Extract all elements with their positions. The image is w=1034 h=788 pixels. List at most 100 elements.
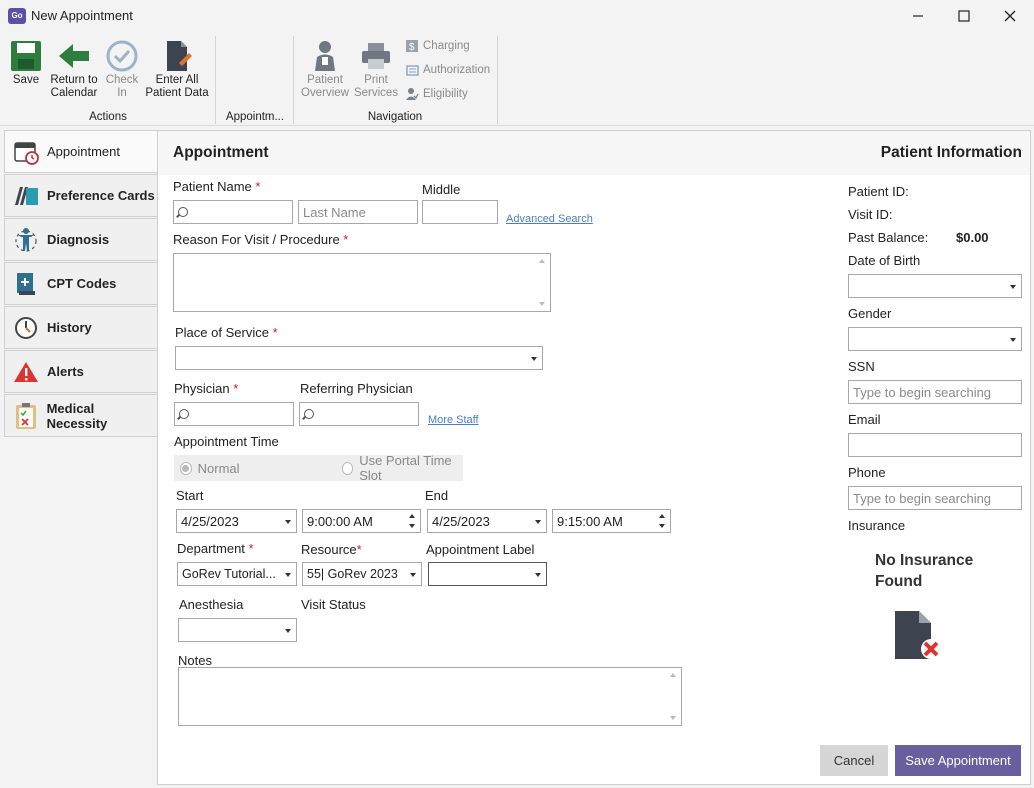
visit-id-label: Visit ID:	[848, 207, 893, 222]
start-date-picker[interactable]: 4/25/2023	[176, 509, 297, 533]
no-insurance-message: No Insurance Found	[875, 550, 973, 592]
app-logo-icon: Go	[8, 8, 26, 24]
department-select[interactable]: GoRev Tutorial...	[177, 562, 297, 586]
cards-icon	[11, 181, 41, 211]
required-mark: *	[255, 179, 261, 194]
nav-item-appointment[interactable]: Appointment	[4, 130, 157, 173]
nav-label: Alerts	[47, 364, 84, 379]
nav-item-preference-cards[interactable]: Preference Cards	[4, 174, 157, 217]
phone-search-input[interactable]: Type to begin searching	[848, 486, 1022, 510]
portal-time-slot-radio[interactable]	[341, 461, 354, 475]
minimize-button[interactable]	[895, 0, 941, 32]
patient-name-label: Patient Name *	[173, 179, 260, 194]
check-in-button[interactable]: Check In	[102, 38, 142, 100]
referring-physician-label: Referring Physician	[300, 381, 413, 396]
patient-icon	[298, 38, 352, 74]
gender-select[interactable]	[848, 327, 1022, 351]
place-of-service-label: Place of Service *	[175, 325, 278, 340]
start-time-value: 9:00:00 AM	[307, 513, 373, 529]
save-ribbon-button[interactable]: Save	[6, 38, 46, 87]
email-input[interactable]	[848, 433, 1022, 457]
past-balance-value: $0.00	[956, 230, 989, 245]
patient-id-label: Patient ID:	[848, 184, 909, 199]
body-icon	[11, 225, 41, 255]
save-appointment-button[interactable]: Save Appointment	[895, 745, 1021, 776]
advanced-search-link[interactable]: Advanced Search	[506, 213, 593, 225]
scrollbar[interactable]	[666, 669, 680, 724]
nav-item-medical-necessity[interactable]: Medical Necessity	[4, 394, 157, 437]
required-mark: *	[248, 541, 254, 556]
nav-item-history[interactable]: History	[4, 306, 157, 349]
print-label-1: Print	[364, 74, 388, 86]
patient-info-title: Patient Information	[880, 144, 1022, 161]
spinner-arrows-icon[interactable]	[409, 512, 417, 530]
maximize-button[interactable]	[941, 0, 987, 32]
side-navigation: Appointment Preference Cards Diagnosis C…	[4, 130, 157, 437]
close-button[interactable]	[987, 0, 1033, 32]
no-document-icon	[891, 609, 943, 666]
nav-item-diagnosis[interactable]: Diagnosis	[4, 218, 157, 261]
visit-status-label: Visit Status	[301, 597, 366, 612]
group-label-appointment: Appointm...	[225, 111, 285, 123]
no-insurance-line2: Found	[875, 573, 923, 590]
referring-physician-search-input[interactable]	[299, 402, 419, 426]
normal-radio[interactable]	[180, 461, 192, 475]
middle-name-input[interactable]	[422, 200, 498, 224]
cancel-button[interactable]: Cancel	[820, 745, 888, 776]
start-time-spinner[interactable]: 9:00:00 AM	[302, 509, 421, 533]
anesthesia-select[interactable]	[178, 618, 297, 642]
reason-textarea[interactable]	[173, 253, 551, 312]
appointment-label-label: Appointment Label	[426, 542, 535, 557]
eligibility-button[interactable]: Eligibility	[405, 87, 468, 101]
group-separator	[215, 36, 216, 124]
place-of-service-select[interactable]	[175, 346, 543, 370]
authorization-label: Authorization	[423, 64, 491, 76]
last-name-input[interactable]: Last Name	[298, 200, 418, 224]
window-title: New Appointment	[31, 8, 133, 23]
charging-button[interactable]: $ Charging	[405, 39, 470, 53]
nav-item-alerts[interactable]: Alerts	[4, 350, 157, 393]
required-mark: *	[356, 542, 362, 557]
nav-item-cpt-codes[interactable]: CPT Codes	[4, 262, 157, 305]
search-icon	[304, 409, 314, 419]
group-separator	[497, 36, 498, 124]
enter-all-patient-data-button[interactable]: Enter All Patient Data	[144, 38, 210, 100]
charging-label: Charging	[423, 40, 470, 52]
maximize-icon	[958, 10, 970, 22]
authorization-button[interactable]: Authorization	[405, 63, 490, 77]
search-icon	[179, 409, 189, 419]
physician-text: Physician	[174, 381, 230, 396]
spinner-arrows-icon[interactable]	[659, 512, 667, 530]
end-time-spinner[interactable]: 9:15:00 AM	[552, 509, 671, 533]
print-label-2: Services	[353, 87, 399, 99]
resource-select[interactable]: 55| GoRev 2023	[302, 562, 422, 586]
patient-overview-button[interactable]: Patient Overview	[298, 38, 352, 100]
phone-label: Phone	[848, 465, 886, 480]
insurance-label: Insurance	[848, 518, 906, 533]
normal-label: Normal	[197, 460, 240, 476]
calendar-icon	[11, 137, 41, 167]
notes-textarea[interactable]	[178, 667, 682, 726]
nav-label: CPT Codes	[47, 276, 117, 291]
department-text: Department	[177, 541, 245, 556]
email-label: Email	[848, 412, 881, 427]
more-staff-link[interactable]: More Staff	[428, 414, 479, 426]
place-of-service-text: Place of Service	[175, 325, 269, 340]
overview-label-1: Patient	[307, 74, 343, 86]
scrollbar[interactable]	[535, 255, 549, 310]
return-to-calendar-button[interactable]: Return to Calendar	[48, 38, 100, 100]
required-mark: *	[233, 381, 239, 396]
ssn-search-input[interactable]: Type to begin searching	[848, 380, 1022, 404]
first-name-search-input[interactable]	[173, 200, 293, 224]
return-label-1: Return to	[50, 74, 98, 86]
print-services-button[interactable]: Print Services	[352, 38, 400, 100]
start-label: Start	[176, 488, 204, 503]
anesthesia-label: Anesthesia	[179, 597, 244, 612]
check-circle-icon	[102, 38, 142, 74]
physician-search-input[interactable]	[174, 402, 294, 426]
title-bar: Go New Appointment	[0, 0, 1034, 32]
dob-picker[interactable]	[848, 274, 1022, 298]
nav-label: Appointment	[47, 144, 120, 159]
appointment-label-select[interactable]	[428, 562, 547, 586]
end-date-picker[interactable]: 4/25/2023	[427, 509, 547, 533]
